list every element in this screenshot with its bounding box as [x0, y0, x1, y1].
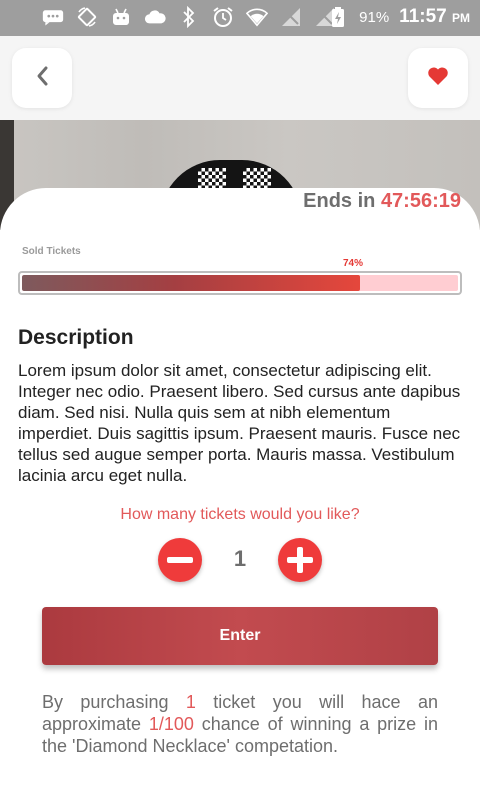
countdown-timer: 47:56:19 [380, 190, 461, 212]
purchase-odds: 1/100 [148, 714, 194, 734]
back-button[interactable] [12, 48, 72, 108]
countdown: Ends in 47:56:19 [303, 190, 461, 213]
enter-button[interactable]: Enter [42, 607, 438, 665]
status-icons [42, 6, 336, 28]
countdown-prefix: Ends in [303, 190, 376, 212]
rotate-icon [76, 6, 98, 28]
bluetooth-icon [178, 6, 200, 28]
ticket-question: How many tickets would you like? [120, 506, 360, 523]
message-icon [42, 6, 64, 28]
progress-track [22, 275, 458, 291]
sold-tickets-label: Sold Tickets [22, 246, 81, 257]
cloud-icon [144, 6, 166, 28]
chevron-left-icon [34, 65, 50, 92]
description-title: Description [18, 326, 134, 349]
plus-icon-vertical [297, 547, 303, 573]
battery-charging-icon [327, 6, 349, 28]
clock-ampm: PM [452, 11, 470, 25]
product-pattern [198, 168, 226, 190]
status-bar: 91% 11:57 PM [0, 0, 480, 36]
progress-fill [22, 275, 360, 291]
heart-icon [427, 66, 449, 91]
clock: 11:57 PM [399, 6, 470, 28]
status-right: 91% 11:57 PM [327, 6, 470, 28]
ticket-quantity: 1 [233, 546, 247, 571]
sold-tickets-percent: 74% [343, 258, 364, 269]
description-text: Lorem ipsum dolor sit amet, consectetur … [18, 361, 461, 485]
minus-icon [167, 557, 193, 563]
sold-tickets-progress [18, 271, 462, 295]
no-signal-icon [280, 6, 302, 28]
wifi-icon [246, 6, 268, 28]
purchase-info-text: By purchasing [42, 692, 186, 712]
battery-percent: 91% [359, 8, 390, 26]
purchase-ticket-count: 1 [185, 692, 196, 712]
increase-button[interactable] [278, 538, 322, 582]
purchase-info: By purchasing 1 ticket you will hace an … [42, 691, 438, 757]
decrease-button[interactable] [158, 538, 202, 582]
alarm-icon [212, 6, 234, 28]
clock-time: 11:57 [399, 6, 447, 27]
android-icon [110, 6, 132, 28]
product-pattern [243, 168, 271, 190]
favorite-button[interactable] [408, 48, 468, 108]
